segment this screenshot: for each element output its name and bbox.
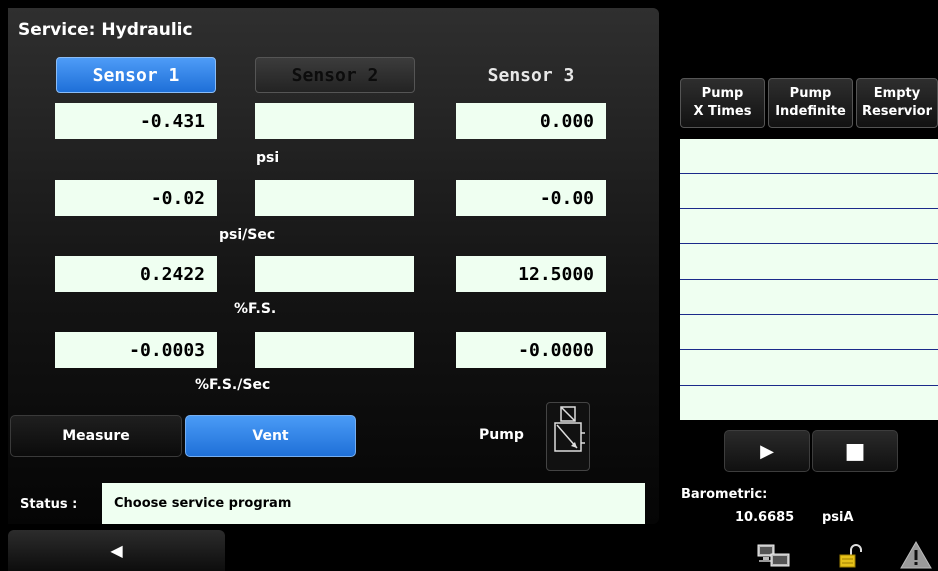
sensor1-rate-field: -0.02 (55, 180, 217, 216)
page-title: Service: Hydraulic (18, 20, 193, 40)
back-button[interactable]: ◀ (8, 530, 225, 571)
empty-reservoir-button[interactable]: Empty Reservior (856, 78, 938, 128)
vent-button[interactable]: Vent (185, 415, 356, 457)
button-line: Pump (789, 86, 832, 101)
barometric-unit: psiA (822, 510, 854, 525)
network-icon[interactable] (757, 544, 793, 568)
warning-icon[interactable] (899, 540, 933, 570)
unit-label-psi: psi (256, 150, 280, 166)
sensor2-fs-field (255, 256, 414, 292)
button-line: X Times (693, 104, 752, 119)
sensor-1-tab[interactable]: Sensor 1 (56, 57, 216, 93)
list-divider (680, 279, 938, 280)
pump-label: Pump (479, 427, 524, 443)
sensor1-fs-field: 0.2422 (55, 256, 217, 292)
valve-icon (554, 406, 585, 452)
sensor2-fs-rate-field (255, 332, 414, 368)
list-divider (680, 208, 938, 209)
button-line: Reservior (861, 104, 933, 119)
unit-label-fs: %F.S. (234, 301, 277, 317)
pump-valve-button[interactable] (546, 402, 590, 471)
sensor-2-tab[interactable]: Sensor 2 (255, 57, 415, 93)
sensor3-fs-rate-field: -0.0000 (456, 332, 606, 368)
list-divider (680, 349, 938, 350)
button-line: Empty (873, 86, 921, 101)
list-divider (680, 243, 938, 244)
stop-icon: ■ (844, 438, 866, 464)
status-field: Choose service program (102, 483, 645, 524)
button-line: Pump (701, 86, 744, 101)
play-icon: ▶ (760, 440, 774, 462)
sensor3-pressure-field: 0.000 (456, 103, 606, 139)
status-label: Status : (20, 497, 78, 512)
lock-icon[interactable] (837, 543, 865, 569)
list-divider (680, 173, 938, 174)
list-divider (680, 385, 938, 386)
pump-x-times-button[interactable]: Pump X Times (680, 78, 765, 128)
measure-button[interactable]: Measure (10, 415, 182, 457)
unit-label-fs-sec: %F.S./Sec (195, 377, 271, 393)
pump-indefinite-button[interactable]: Pump Indefinite (768, 78, 853, 128)
program-list[interactable] (680, 139, 938, 420)
unit-label-psi-sec: psi/Sec (219, 227, 276, 243)
back-arrow-icon: ◀ (110, 541, 123, 560)
sensor2-pressure-field (255, 103, 414, 139)
barometric-label: Barometric: (681, 487, 768, 502)
barometric-value: 10.6685 (735, 510, 795, 525)
sensor3-rate-field: -0.00 (456, 180, 606, 216)
sensor1-fs-rate-field: -0.0003 (55, 332, 217, 368)
sensor3-fs-field: 12.5000 (456, 256, 606, 292)
stop-button[interactable]: ■ (812, 430, 898, 472)
sensor2-rate-field (255, 180, 414, 216)
sensor1-pressure-field: -0.431 (55, 103, 217, 139)
play-button[interactable]: ▶ (724, 430, 810, 472)
list-divider (680, 314, 938, 315)
button-line: Indefinite (775, 104, 846, 119)
sensor-3-tab[interactable]: Sensor 3 (456, 57, 606, 93)
